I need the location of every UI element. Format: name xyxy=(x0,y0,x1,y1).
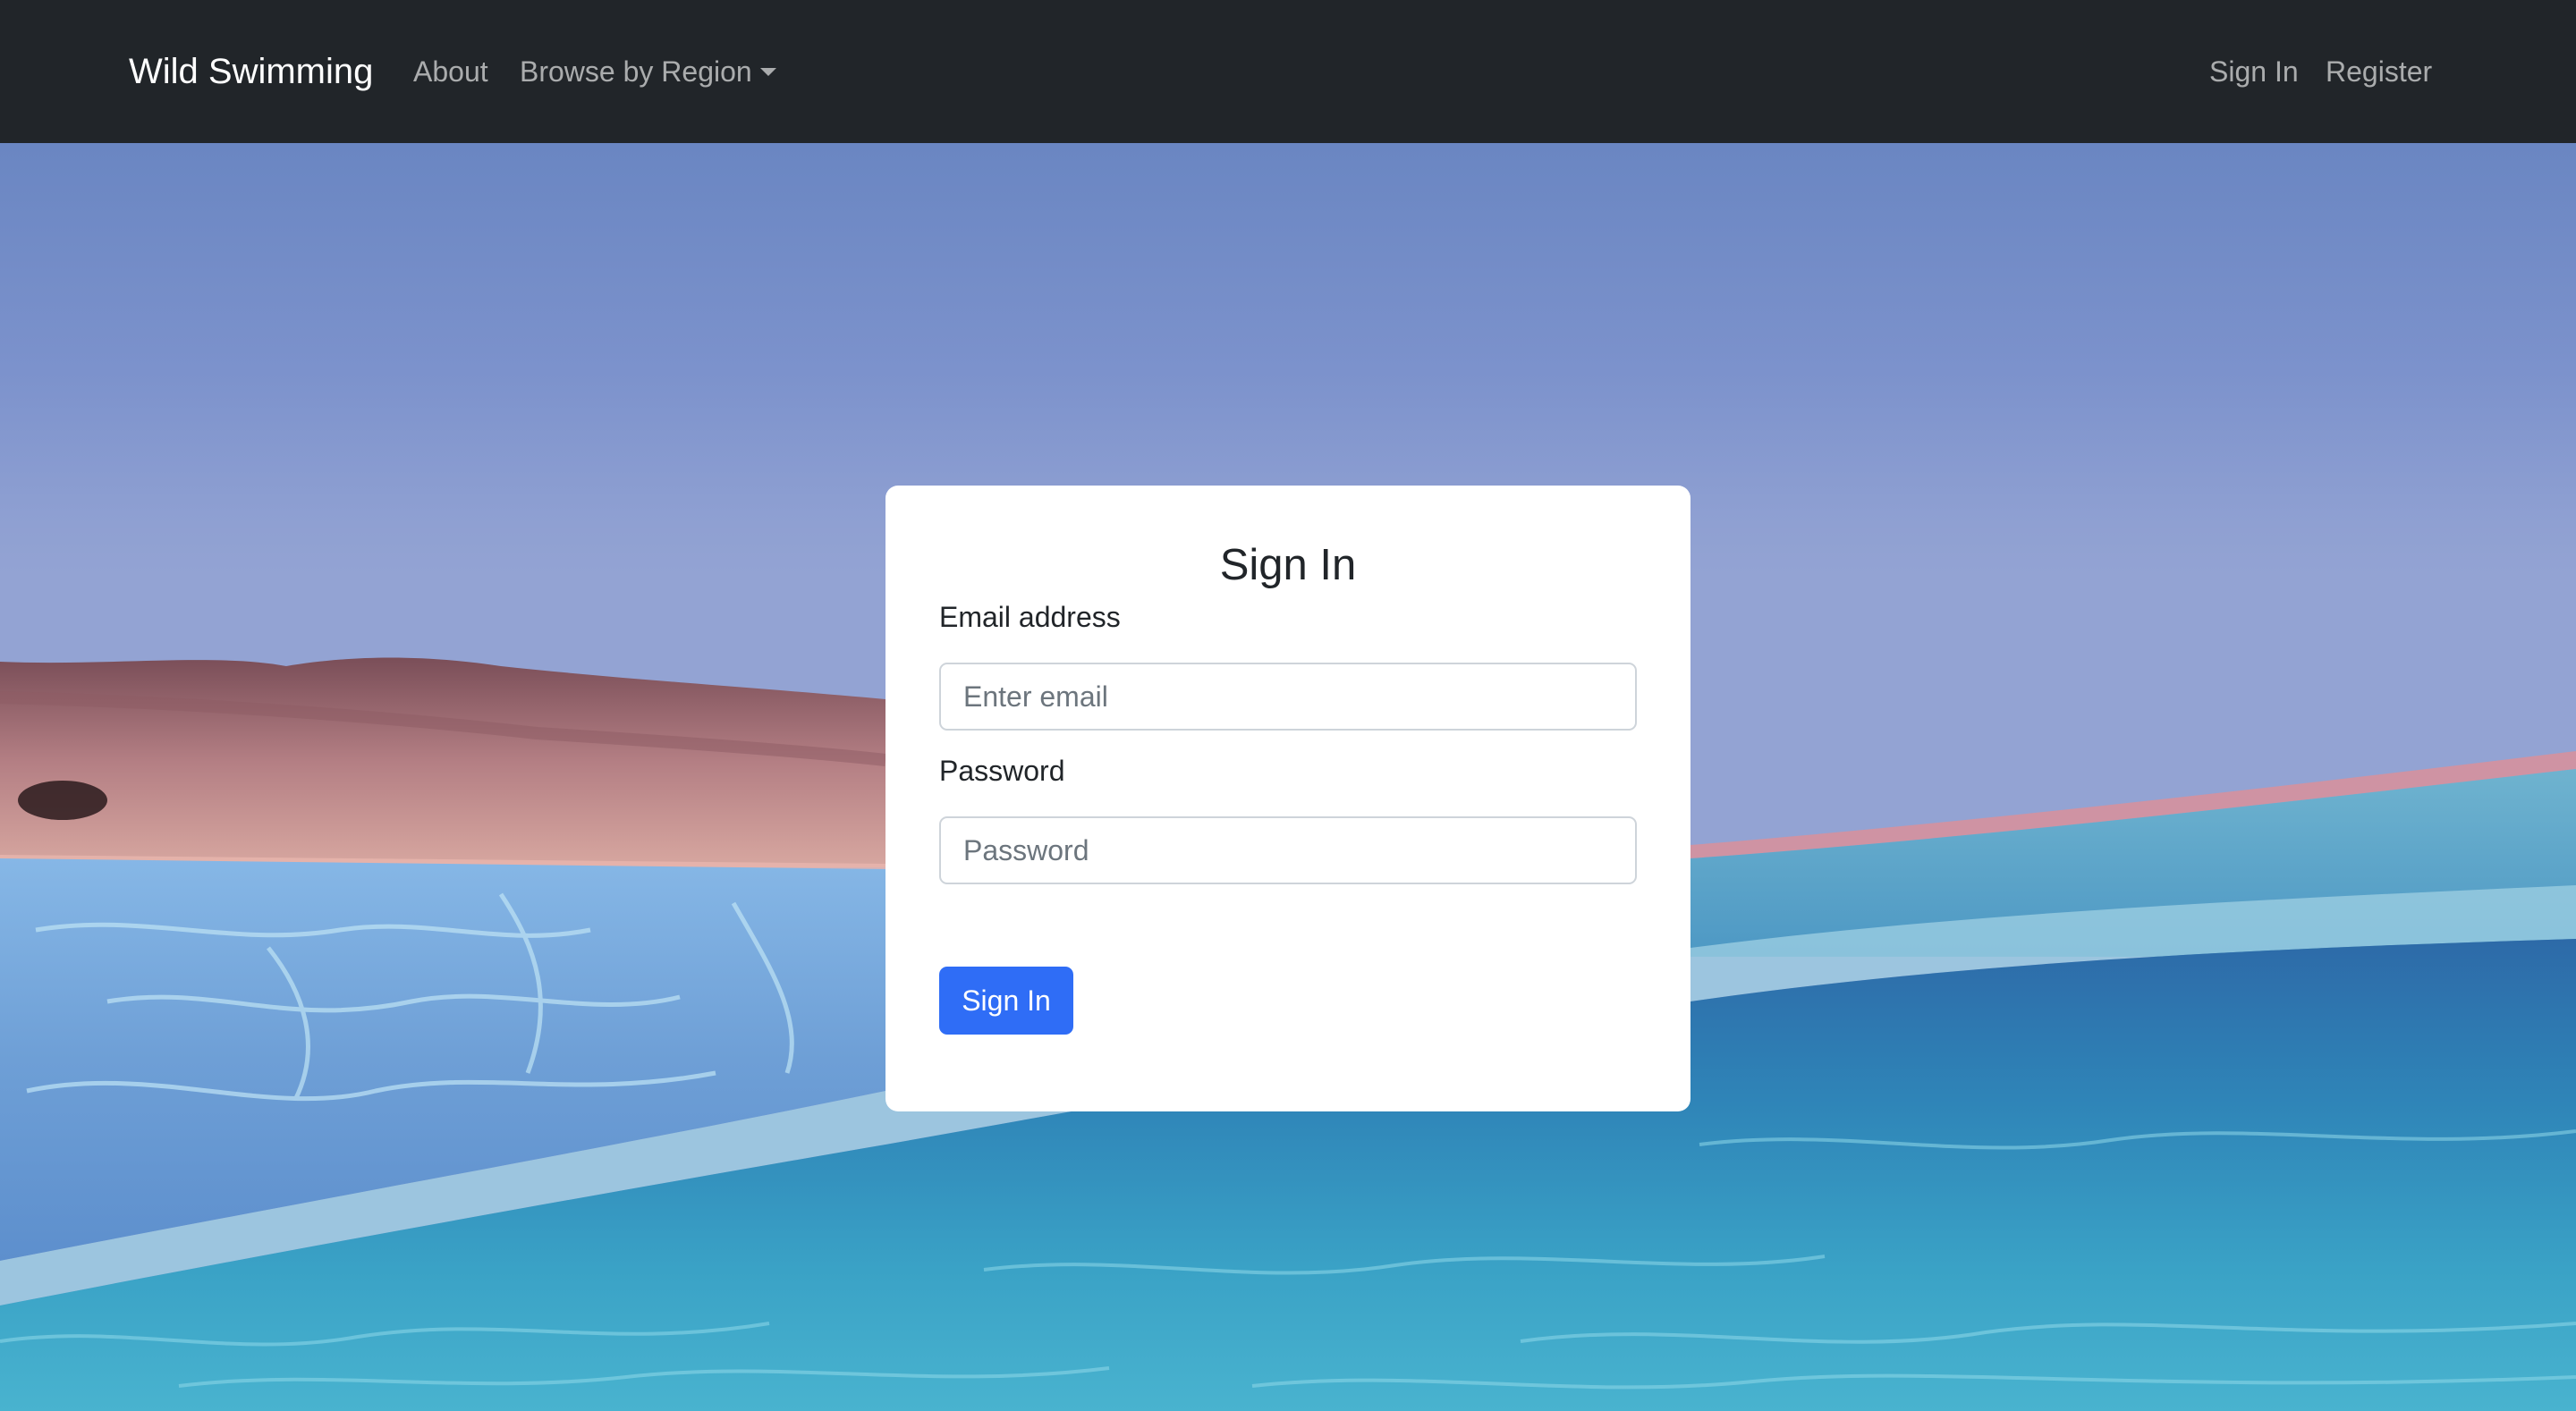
sign-in-card: Sign In Email address Password Sign In xyxy=(886,486,1690,1111)
password-field[interactable] xyxy=(939,816,1637,884)
browse-by-region-label: Browse by Region xyxy=(520,55,752,88)
top-navbar: Wild Swimming About Browse by Region Sig… xyxy=(0,0,2576,143)
browse-by-region-dropdown[interactable]: Browse by Region xyxy=(520,48,776,95)
password-label: Password xyxy=(939,755,1065,787)
nav-sign-in-link[interactable]: Sign In xyxy=(2209,48,2299,95)
nav-register-link[interactable]: Register xyxy=(2326,48,2432,95)
email-field[interactable] xyxy=(939,663,1637,731)
caret-down-icon xyxy=(759,68,776,76)
nav-about-link[interactable]: About xyxy=(413,48,488,95)
email-label: Email address xyxy=(939,601,1121,633)
brand-link[interactable]: Wild Swimming xyxy=(129,45,373,98)
sign-in-title: Sign In xyxy=(1219,541,1357,589)
sign-in-button[interactable]: Sign In xyxy=(939,967,1073,1035)
